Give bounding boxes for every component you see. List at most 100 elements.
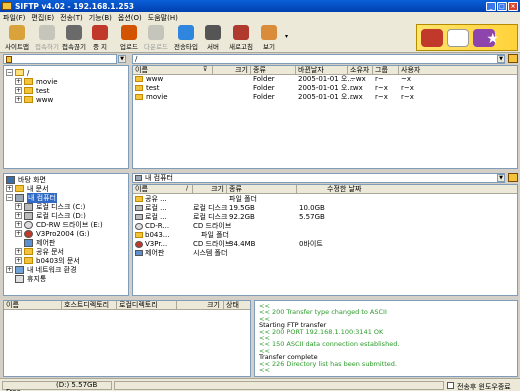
sitemap-icon <box>9 25 25 40</box>
toolbar: 사이트맵 접속하기 접속끊기 중 지 업로드 다운로드 전송타입 서버 새로고침… <box>0 23 520 53</box>
parent-folder-icon[interactable] <box>508 173 518 182</box>
menu-file[interactable]: 파일(F) <box>3 13 25 23</box>
chevron-down-icon[interactable]: ▼ <box>497 174 505 182</box>
menu-help[interactable]: 도움말(H) <box>148 13 178 23</box>
tree-item[interactable]: + www <box>15 95 53 104</box>
table-row[interactable]: 로컬 ... 로컬 디스크 19.5GB 10.0GB <box>133 204 517 213</box>
stop-button[interactable]: 중 지 <box>85 25 115 51</box>
column-header[interactable]: 수정한 날짜 <box>297 185 517 194</box>
table-row[interactable]: 로컬 ... 로컬 디스크 92.2GB 5.57GB <box>133 213 517 222</box>
tree-item[interactable]: 휴지통 <box>15 274 46 283</box>
download-button[interactable]: 다운로드 <box>141 25 171 51</box>
expand-icon[interactable]: + <box>6 266 13 273</box>
table-row[interactable]: movie Folder 2005-01-01 오... rwx r~x r~x <box>133 93 517 102</box>
network-icon <box>15 265 24 274</box>
tree-item[interactable]: + CD-RW 드라이브 (E:) <box>15 220 103 229</box>
log-panel[interactable]: << << 200 Transfer type changed to ASCII… <box>254 300 518 377</box>
column-header[interactable]: 크기 <box>213 66 251 75</box>
tree-item[interactable]: + movie <box>15 77 58 86</box>
expand-icon[interactable]: + <box>15 248 22 255</box>
maximize-button[interactable]: □ <box>497 1 507 11</box>
table-row[interactable]: CD-R... CD 드라이브 <box>133 222 517 231</box>
refresh-icon <box>233 25 249 40</box>
table-row[interactable]: www Folder 2005-01-01 오... ~wx r~ ~x <box>133 75 517 84</box>
minimize-button[interactable]: _ <box>486 1 496 11</box>
upload-button[interactable]: 업로드 <box>114 25 144 51</box>
drive-icon <box>24 211 33 220</box>
column-header[interactable]: 호스트디렉토리 <box>62 301 117 310</box>
cd-drive-icon <box>135 222 143 230</box>
collapse-icon[interactable]: − <box>6 194 13 201</box>
remote-tree[interactable]: − / + movie + test + www <box>3 65 129 169</box>
local-path-input[interactable]: 내 컴퓨터 <box>132 173 505 183</box>
table-row[interactable]: 제어판 시스템 폴더 <box>133 249 517 258</box>
chevron-down-icon[interactable]: ▼ <box>497 55 505 63</box>
local-tree[interactable]: 바탕 화면 + 내 문서 − 내 컴퓨터 + 로컬 디스크 (C:) + 로컬 디스크 … <box>3 173 129 296</box>
column-header[interactable]: 바뀐날자 <box>296 66 348 75</box>
transfer-queue[interactable]: 이름 호스트디렉토리 로컬디렉토리 크기 상태 <box>3 300 251 377</box>
column-header[interactable]: 사용자 <box>399 66 517 75</box>
tree-item[interactable]: − / <box>6 68 29 77</box>
filter-icon[interactable]: ⊽ <box>203 66 207 73</box>
transfer-type-icon <box>178 25 194 40</box>
cd-drive-icon <box>24 229 33 238</box>
expand-icon[interactable]: + <box>15 221 22 228</box>
banner-image: ★ <box>416 24 518 51</box>
view-dropdown-icon[interactable]: ▾ <box>285 33 288 40</box>
expand-icon[interactable]: + <box>6 185 13 192</box>
shutdown-after-transfer-checkbox[interactable] <box>447 382 454 389</box>
column-header[interactable]: 종류 <box>227 185 297 194</box>
drive-icon <box>135 205 143 211</box>
tree-item[interactable]: + test <box>15 86 49 95</box>
menu-transfer[interactable]: 전송(T) <box>60 13 83 23</box>
column-header[interactable]: 종류 <box>251 66 296 75</box>
column-header[interactable]: 로컬디렉토리 <box>117 301 177 310</box>
close-button[interactable]: × <box>508 1 518 11</box>
expand-icon[interactable]: + <box>15 87 22 94</box>
view-icon <box>261 25 277 40</box>
remote-file-list[interactable]: 이름 ⊽ 크기 종류 바뀐날자 소유자 그룹 사용자 www Folder 20… <box>132 65 518 169</box>
folder-icon <box>135 85 143 91</box>
column-header[interactable]: 그룹 <box>373 66 399 75</box>
table-row[interactable]: 공유 ... 파일 폴더 <box>133 195 517 204</box>
remote-tree-path[interactable] <box>3 54 117 64</box>
table-row[interactable]: V3Pr... CD 드라이브 34.4MB 0바이트 <box>133 240 517 249</box>
column-header[interactable]: 소유자 <box>348 66 373 75</box>
expand-icon[interactable]: + <box>15 212 22 219</box>
column-header[interactable]: 이름 <box>133 66 213 75</box>
view-button[interactable]: 보기 <box>254 25 284 51</box>
connect-button[interactable]: 접속하기 <box>32 25 62 51</box>
folder-icon <box>135 232 143 238</box>
column-header[interactable]: 상태 <box>224 301 250 310</box>
parent-folder-icon[interactable] <box>508 54 518 63</box>
expand-icon[interactable]: + <box>15 257 22 264</box>
column-header[interactable]: 크기 <box>193 185 227 194</box>
sort-icon[interactable]: / <box>186 185 188 192</box>
column-header[interactable]: 이름 <box>4 301 62 310</box>
drive-icon <box>135 214 143 220</box>
transfer-type-button[interactable]: 전송타입 <box>171 25 201 51</box>
menu-function[interactable]: 기능(B) <box>89 13 112 23</box>
table-row[interactable]: test Folder 2005-01-01 오... rwx r~x r~x <box>133 84 517 93</box>
expand-icon[interactable]: + <box>15 230 22 237</box>
menu-options[interactable]: 옵션(O) <box>118 13 142 23</box>
sitemap-button[interactable]: 사이트맵 <box>2 25 32 51</box>
expand-icon[interactable]: + <box>15 78 22 85</box>
collapse-icon[interactable]: − <box>6 69 13 76</box>
desktop-icon <box>6 175 15 184</box>
expand-icon[interactable]: + <box>15 96 22 103</box>
chevron-down-icon[interactable]: ▼ <box>118 55 126 63</box>
folder-icon <box>24 248 33 255</box>
refresh-button[interactable]: 새로고침 <box>226 25 256 51</box>
column-header[interactable]: 이름 <box>133 185 193 194</box>
local-file-list[interactable]: 이름 / 크기 종류 수정한 날짜 공유 ... 파일 폴더 로컬 ... 로컬… <box>132 184 518 296</box>
server-button[interactable]: 서버 <box>198 25 228 51</box>
control-panel-icon <box>24 238 33 247</box>
folder-icon <box>15 69 24 76</box>
table-row[interactable]: b043... 파일 폴더 <box>133 231 517 240</box>
expand-icon[interactable]: + <box>15 203 22 210</box>
column-header[interactable]: 크기 <box>177 301 224 310</box>
menu-edit[interactable]: 편집(E) <box>31 13 54 23</box>
star-icon: ★ <box>486 31 499 47</box>
remote-path-input[interactable]: / <box>132 54 505 64</box>
